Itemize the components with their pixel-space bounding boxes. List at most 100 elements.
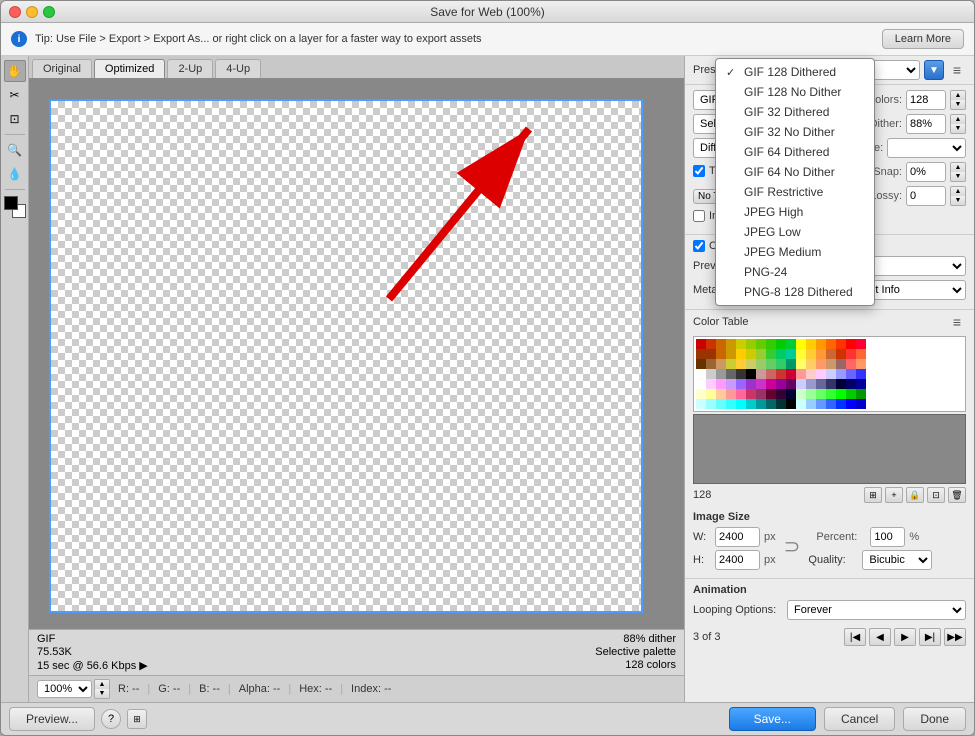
color-cell[interactable]: [726, 379, 736, 389]
color-cell[interactable]: [766, 399, 776, 409]
color-cell[interactable]: [796, 339, 806, 349]
color-cell[interactable]: [726, 359, 736, 369]
ct-map-button[interactable]: ⊞: [864, 487, 882, 503]
color-cell[interactable]: [726, 369, 736, 379]
canvas-viewport[interactable]: [29, 79, 684, 629]
color-cell[interactable]: [706, 359, 716, 369]
color-cell[interactable]: [786, 389, 796, 399]
color-table-options-button[interactable]: ≡: [948, 313, 966, 331]
color-cell[interactable]: [806, 369, 816, 379]
color-cell[interactable]: [756, 359, 766, 369]
close-button[interactable]: [9, 6, 21, 18]
skip-start-button[interactable]: |◀: [844, 628, 866, 646]
quality-select[interactable]: Bicubic Bilinear Nearest Neighbor: [862, 550, 932, 570]
convert-srgb-checkbox[interactable]: [693, 240, 705, 252]
websnap-up[interactable]: ▲: [951, 163, 965, 172]
color-cell[interactable]: [766, 359, 776, 369]
color-cell[interactable]: [816, 359, 826, 369]
color-cell[interactable]: [836, 349, 846, 359]
color-cell[interactable]: [846, 349, 856, 359]
color-cell[interactable]: [826, 399, 836, 409]
color-cell[interactable]: [766, 379, 776, 389]
width-input[interactable]: [715, 527, 760, 547]
dropdown-item[interactable]: PNG-8 128 Dithered: [716, 282, 874, 302]
color-cell[interactable]: [736, 339, 746, 349]
color-cell[interactable]: [856, 369, 866, 379]
color-cell[interactable]: [816, 389, 826, 399]
color-cell[interactable]: [716, 379, 726, 389]
color-cell[interactable]: [746, 349, 756, 359]
color-cell[interactable]: [736, 369, 746, 379]
lossy-up[interactable]: ▲: [951, 187, 965, 196]
color-cell[interactable]: [746, 359, 756, 369]
ct-lock-button[interactable]: 🔒: [906, 487, 924, 503]
color-cell[interactable]: [696, 369, 706, 379]
learn-more-button[interactable]: Learn More: [882, 29, 964, 49]
color-cell[interactable]: [846, 369, 856, 379]
dropdown-item[interactable]: JPEG Low: [716, 222, 874, 242]
color-cell[interactable]: [836, 359, 846, 369]
slice-tool[interactable]: ✂: [4, 84, 26, 106]
help-button[interactable]: ?: [101, 709, 121, 729]
color-cell[interactable]: [826, 339, 836, 349]
color-cell[interactable]: [716, 359, 726, 369]
preset-menu-button[interactable]: ▼: [924, 60, 944, 80]
zoom-up-button[interactable]: ▲: [95, 680, 109, 689]
color-cell[interactable]: [826, 389, 836, 399]
foreground-color-swatch[interactable]: [4, 196, 18, 210]
color-cell[interactable]: [816, 349, 826, 359]
color-cell[interactable]: [766, 389, 776, 399]
color-cell[interactable]: [716, 399, 726, 409]
color-cell[interactable]: [786, 339, 796, 349]
color-cell[interactable]: [776, 349, 786, 359]
color-cell[interactable]: [756, 389, 766, 399]
preview-button[interactable]: Preview...: [9, 707, 95, 731]
color-cell[interactable]: [746, 339, 756, 349]
color-cell[interactable]: [746, 379, 756, 389]
dropdown-item[interactable]: GIF 128 Dithered: [716, 62, 874, 82]
color-cell[interactable]: [706, 389, 716, 399]
zoom-down-button[interactable]: ▼: [95, 689, 109, 698]
interlaced-checkbox[interactable]: [693, 210, 705, 222]
color-cell[interactable]: [696, 349, 706, 359]
color-cell[interactable]: [786, 399, 796, 409]
color-cell[interactable]: [766, 369, 776, 379]
color-cell[interactable]: [736, 379, 746, 389]
color-cell[interactable]: [706, 339, 716, 349]
colors-up[interactable]: ▲: [951, 91, 965, 100]
color-cell[interactable]: [816, 339, 826, 349]
color-cell[interactable]: [756, 349, 766, 359]
color-cell[interactable]: [726, 399, 736, 409]
color-cell[interactable]: [766, 339, 776, 349]
color-cell[interactable]: [696, 359, 706, 369]
color-cell[interactable]: [776, 339, 786, 349]
color-cell[interactable]: [806, 339, 816, 349]
color-cell[interactable]: [846, 379, 856, 389]
panel-options-button[interactable]: ≡: [948, 61, 966, 79]
color-cell[interactable]: [726, 339, 736, 349]
color-cell[interactable]: [826, 349, 836, 359]
ct-copy-button[interactable]: ⊡: [927, 487, 945, 503]
color-cell[interactable]: [786, 379, 796, 389]
matte-select[interactable]: [887, 138, 966, 158]
color-cell[interactable]: [806, 379, 816, 389]
dropdown-item[interactable]: GIF 64 No Dither: [716, 162, 874, 182]
dither-down[interactable]: ▼: [951, 124, 965, 133]
color-cell[interactable]: [786, 349, 796, 359]
color-cell[interactable]: [846, 389, 856, 399]
height-input[interactable]: [715, 550, 760, 570]
color-cell[interactable]: [816, 379, 826, 389]
dropdown-item[interactable]: GIF 32 No Dither: [716, 122, 874, 142]
dither-input[interactable]: [906, 114, 946, 134]
zoom-select[interactable]: 100% 50% 200%: [37, 680, 92, 698]
save-button[interactable]: Save...: [729, 707, 816, 731]
color-cell[interactable]: [846, 339, 856, 349]
color-cell[interactable]: [816, 369, 826, 379]
color-cell[interactable]: [696, 389, 706, 399]
color-cell[interactable]: [696, 399, 706, 409]
color-cell[interactable]: [706, 349, 716, 359]
color-cell[interactable]: [836, 389, 846, 399]
color-cell[interactable]: [846, 359, 856, 369]
color-cell[interactable]: [746, 369, 756, 379]
color-cell[interactable]: [776, 389, 786, 399]
